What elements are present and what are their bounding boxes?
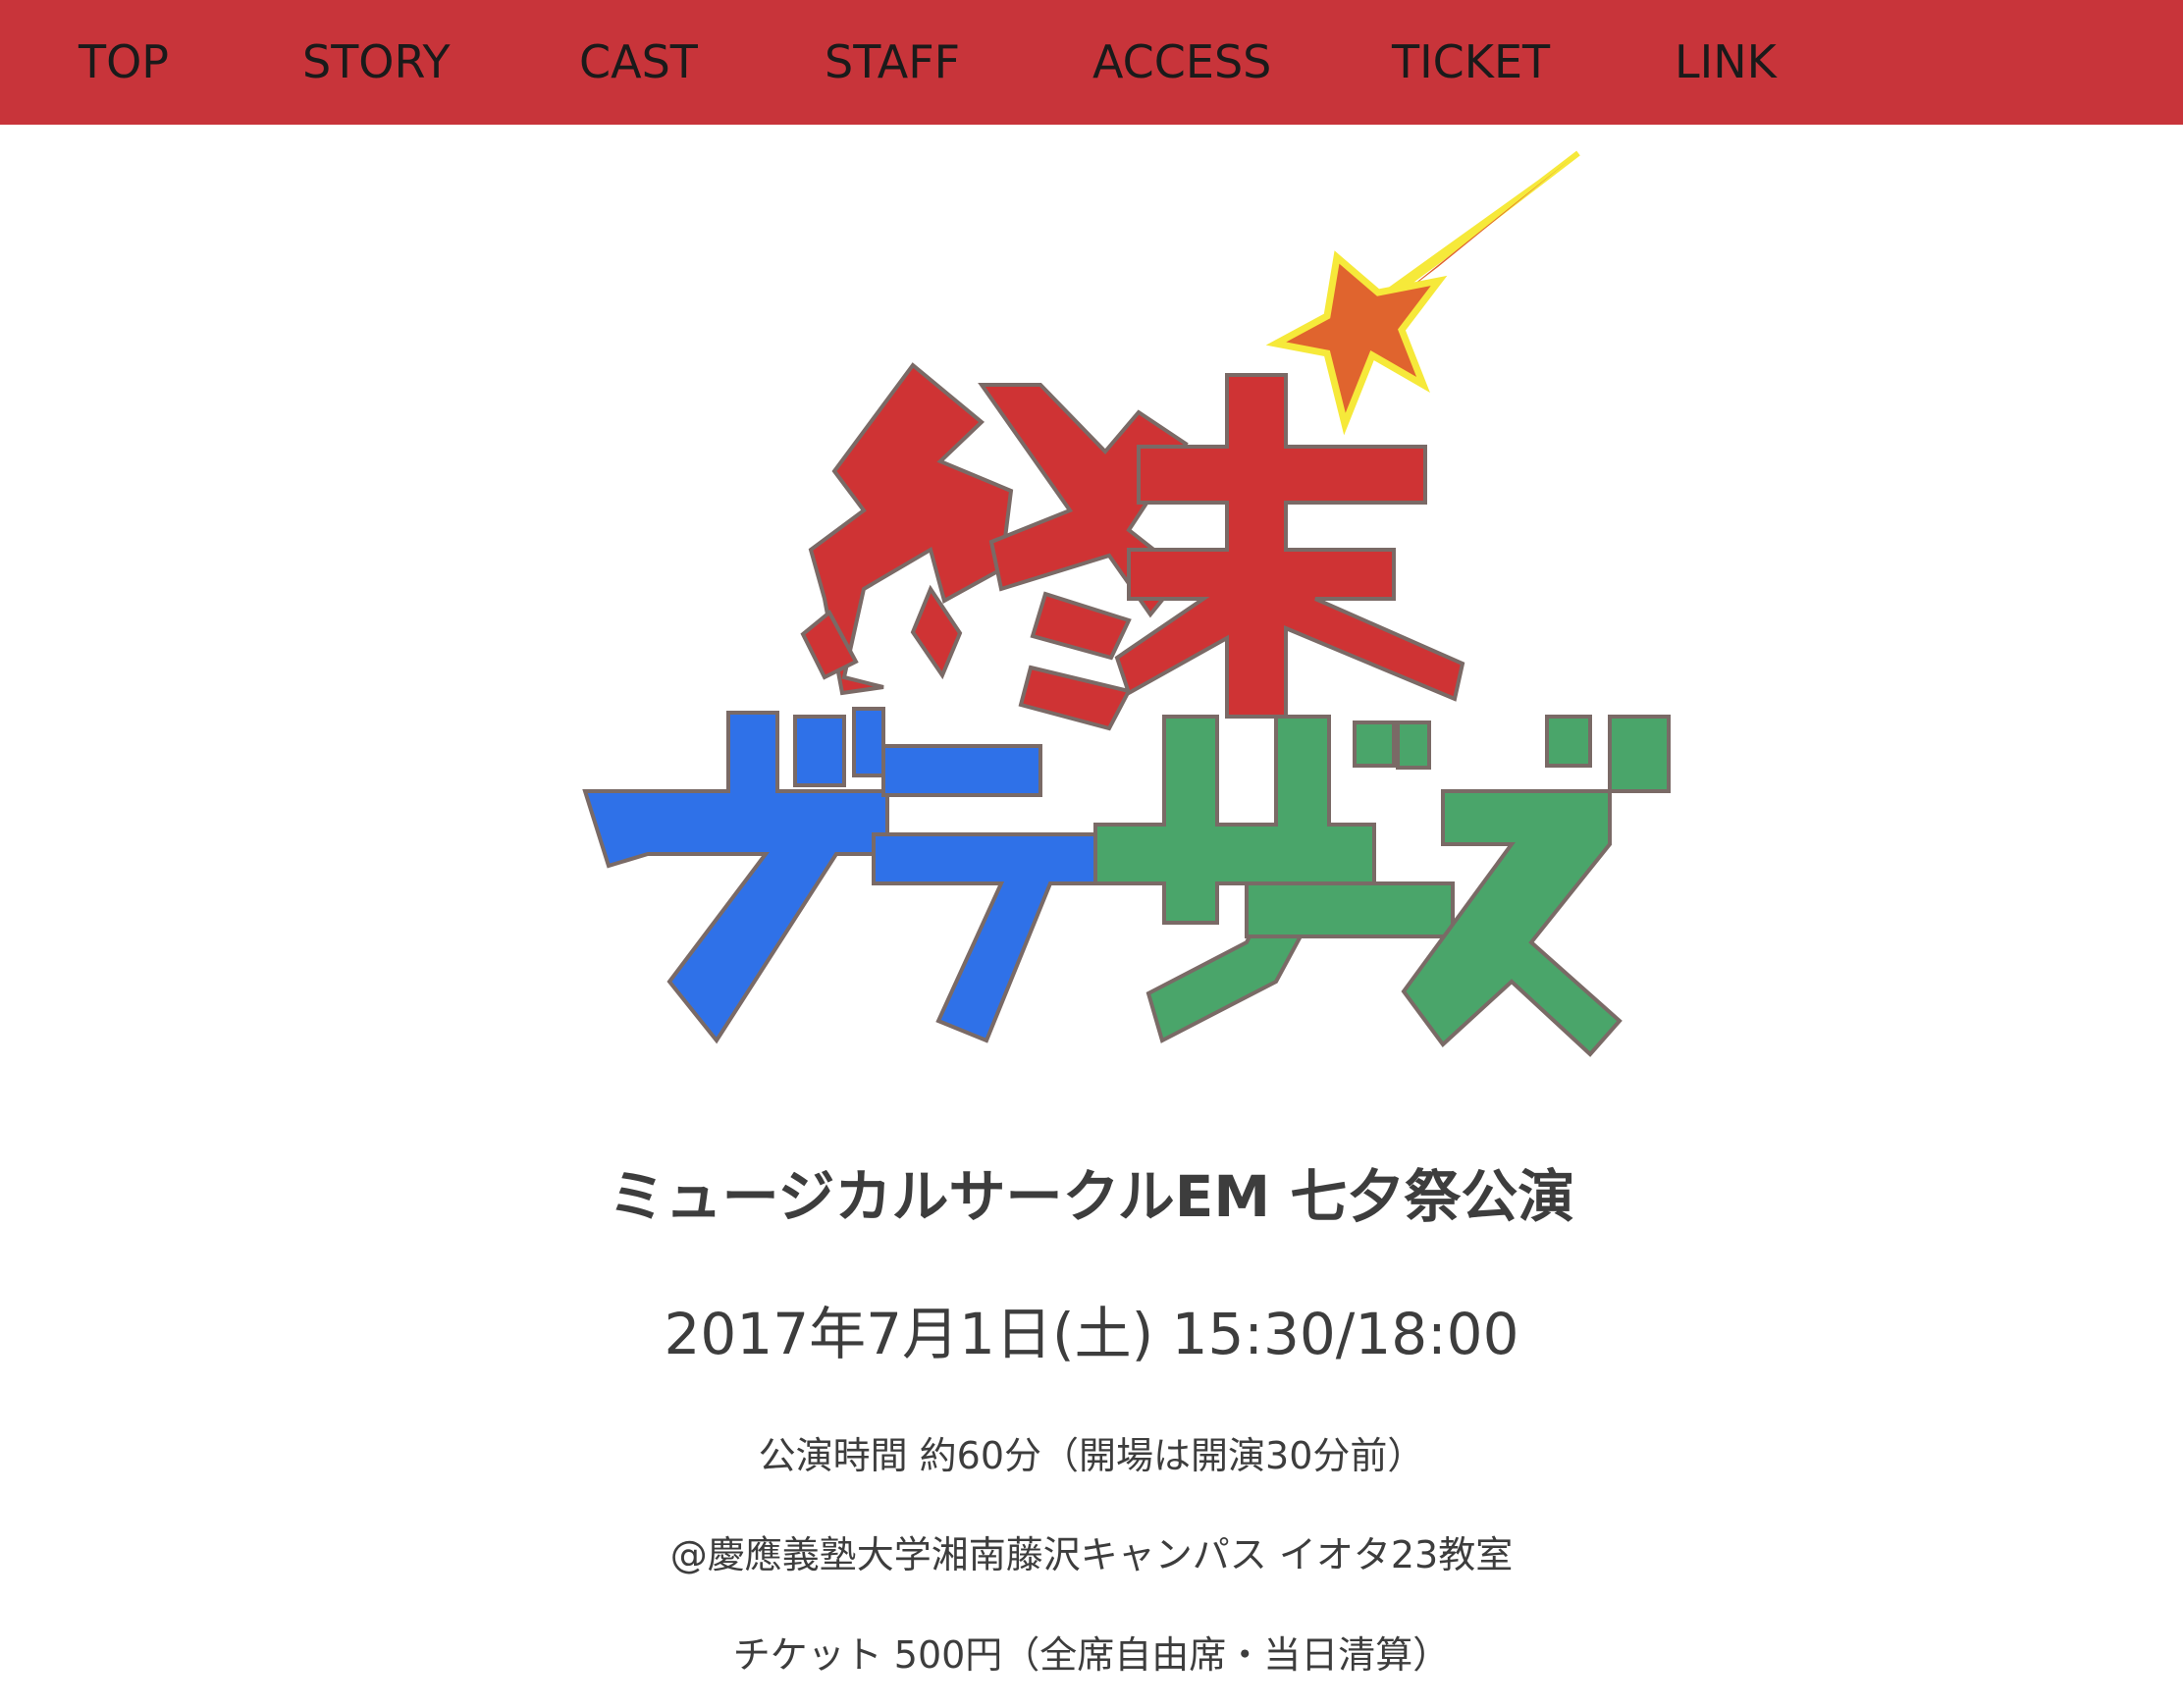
nav-item-access[interactable]: ACCESS <box>1092 0 1271 125</box>
logo-glyph-bar <box>1245 881 1455 938</box>
top-navigation-bar: TOP STORY CAST STAFF ACCESS TICKET LINK <box>0 0 2183 125</box>
nav-item-top[interactable]: TOP <box>79 0 169 125</box>
logo-glyph-bu <box>582 707 889 1044</box>
event-ticket-info: チケット 500円（全席自由席・当日清算） <box>732 1633 1451 1677</box>
nav-item-ticket[interactable]: TICKET <box>1392 0 1550 125</box>
event-subtitle: ミュージカルサークルEM 七夕祭公演 <box>608 1163 1575 1230</box>
nav-item-staff[interactable]: STAFF <box>825 0 960 125</box>
logo-glyph-zu <box>1401 715 1671 1057</box>
shooting-star-icon <box>1265 150 1580 436</box>
event-datetime: 2017年7月1日(土) 15:30/18:00 <box>664 1301 1519 1367</box>
logo-glyph-za <box>1093 715 1431 1043</box>
event-duration: 公演時間 約60分（開場は開演30分前） <box>758 1434 1425 1477</box>
logo-glyph-matsu <box>1114 373 1465 719</box>
logo-glyph-ra <box>872 744 1101 1043</box>
event-venue: @慶應義塾大学湘南藤沢キャンパス イオタ23教室 <box>669 1533 1514 1576</box>
nav-item-link[interactable]: LINK <box>1675 0 1777 125</box>
nav-item-cast[interactable]: CAST <box>579 0 698 125</box>
logo-glyph-shu <box>800 362 1189 731</box>
nav-item-story[interactable]: STORY <box>302 0 451 125</box>
